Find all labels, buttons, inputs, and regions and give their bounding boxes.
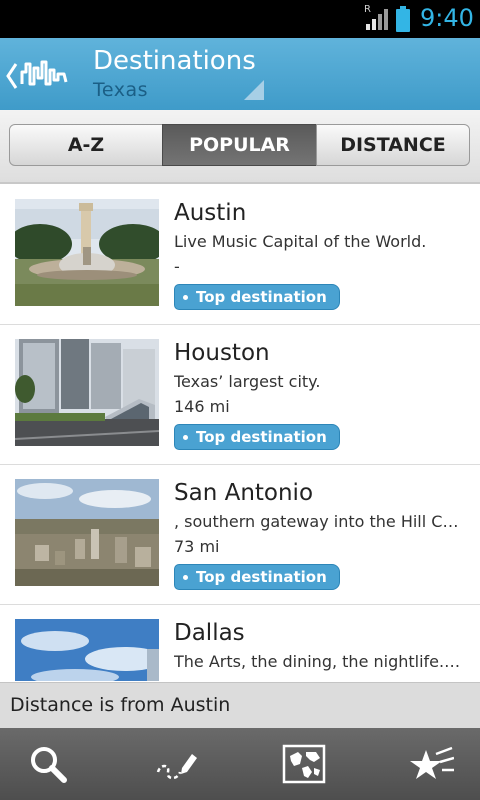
favorite-stars-icon[interactable] bbox=[410, 742, 454, 786]
badge-label: Top destination bbox=[196, 428, 327, 446]
bottom-toolbar bbox=[0, 728, 480, 800]
clock: 9:40 bbox=[420, 4, 474, 32]
region-selector[interactable]: Texas bbox=[93, 79, 148, 101]
destination-list[interactable]: Austin Live Music Capital of the World. … bbox=[0, 184, 480, 681]
destination-description: Live Music Capital of the World. bbox=[174, 232, 427, 251]
list-item[interactable]: Dallas The Arts, the dining, the nightli… bbox=[0, 604, 480, 681]
app-header: Destinations Texas bbox=[0, 38, 480, 111]
tab-popular[interactable]: POPULAR bbox=[162, 124, 317, 166]
badge-dot-icon bbox=[183, 295, 188, 300]
austin-thumbnail bbox=[15, 199, 159, 306]
page-title: Destinations bbox=[93, 46, 256, 76]
world-map-icon[interactable] bbox=[282, 742, 326, 786]
back-home-button[interactable] bbox=[4, 56, 84, 96]
destination-distance: - bbox=[174, 257, 180, 276]
tab-a-z[interactable]: A-Z bbox=[9, 124, 163, 166]
city-skyline-logo-icon bbox=[20, 60, 68, 86]
signal-icon bbox=[366, 9, 388, 30]
list-item[interactable]: Houston Texas’ largest city. 146 mi Top … bbox=[0, 324, 480, 465]
search-icon[interactable] bbox=[26, 742, 70, 786]
status-bar: R 9:40 bbox=[0, 0, 480, 38]
sort-tab-bar: A-Z POPULAR DISTANCE bbox=[0, 110, 480, 184]
back-chevron-icon bbox=[6, 63, 18, 89]
destination-description: Texas’ largest city. bbox=[174, 372, 321, 391]
top-destination-badge: Top destination bbox=[174, 284, 340, 310]
destination-distance: 73 mi bbox=[174, 537, 220, 556]
top-destination-badge: Top destination bbox=[174, 424, 340, 450]
draw-route-icon[interactable] bbox=[154, 742, 198, 786]
destination-description: , southern gateway into the Hill Co... bbox=[174, 512, 464, 531]
destination-name: San Antonio bbox=[174, 480, 314, 506]
distance-note: Distance is from Austin bbox=[10, 694, 231, 716]
dallas-thumbnail bbox=[15, 619, 159, 681]
distance-note-bar: Distance is from Austin bbox=[0, 682, 480, 729]
destination-name: Austin bbox=[174, 200, 247, 226]
top-destination-badge: Top destination bbox=[174, 564, 340, 590]
tab-distance[interactable]: DISTANCE bbox=[316, 124, 470, 166]
list-item[interactable]: Austin Live Music Capital of the World. … bbox=[0, 184, 480, 325]
dropdown-corner-icon[interactable] bbox=[244, 80, 264, 100]
list-item[interactable]: San Antonio , southern gateway into the … bbox=[0, 464, 480, 605]
destination-distance: 146 mi bbox=[174, 397, 230, 416]
badge-dot-icon bbox=[183, 435, 188, 440]
san-antonio-thumbnail bbox=[15, 479, 159, 586]
badge-dot-icon bbox=[183, 575, 188, 580]
destination-description: The Arts, the dining, the nightlife... .… bbox=[174, 652, 464, 671]
badge-label: Top destination bbox=[196, 288, 327, 306]
badge-label: Top destination bbox=[196, 568, 327, 586]
destination-name: Dallas bbox=[174, 620, 245, 646]
houston-thumbnail bbox=[15, 339, 159, 446]
battery-icon bbox=[396, 6, 410, 32]
destination-name: Houston bbox=[174, 340, 270, 366]
